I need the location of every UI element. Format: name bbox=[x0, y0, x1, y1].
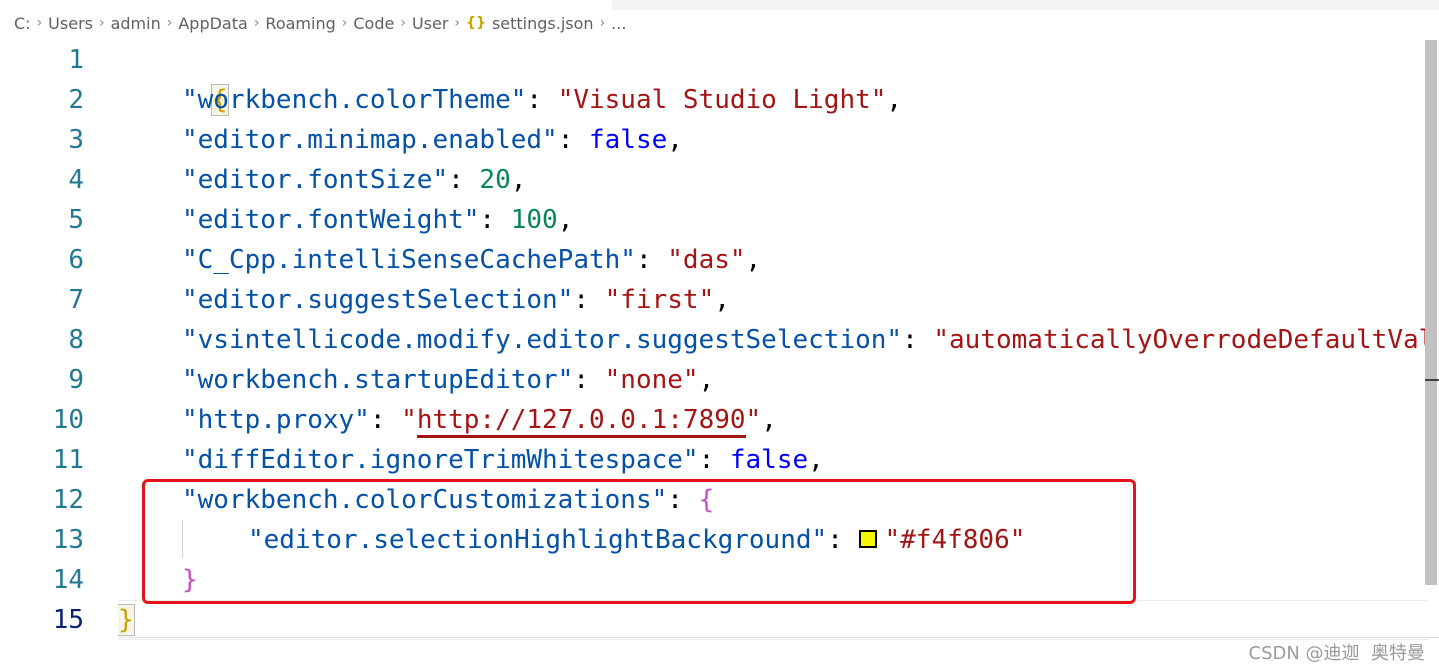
comma: , bbox=[886, 85, 903, 115]
comma: , bbox=[510, 165, 527, 195]
chevron-right-icon: › bbox=[253, 15, 260, 31]
close-brace: } bbox=[118, 604, 135, 636]
comma: , bbox=[557, 205, 574, 235]
setting-key: "editor.suggestSelection" bbox=[182, 285, 574, 315]
chevron-right-icon: › bbox=[166, 15, 173, 31]
colon: : bbox=[369, 405, 402, 435]
breadcrumb-item-admin[interactable]: admin bbox=[111, 14, 161, 33]
breadcrumb-item-users[interactable]: Users bbox=[48, 14, 93, 33]
setting-key: "workbench.startupEditor" bbox=[182, 365, 574, 395]
setting-key: "workbench.colorTheme" bbox=[182, 85, 527, 115]
line-number: 8 bbox=[68, 325, 84, 355]
comma: , bbox=[745, 245, 762, 275]
comma: , bbox=[761, 405, 777, 435]
breadcrumb-item-file[interactable]: settings.json bbox=[492, 14, 594, 33]
setting-key: "editor.fontSize" bbox=[182, 165, 449, 195]
line-number: 7 bbox=[68, 285, 84, 315]
watermark: CSDN @迪迦 ￼ 奥特曼 bbox=[1248, 643, 1425, 664]
line-number: 6 bbox=[68, 245, 84, 275]
chevron-right-icon: › bbox=[400, 15, 406, 31]
annotation-highlight-box bbox=[142, 479, 1136, 604]
code-line-5: "editor.fontWeight": 100, bbox=[182, 200, 573, 240]
code-line-4: "editor.fontSize": 20, bbox=[182, 160, 526, 200]
chevron-right-icon: › bbox=[454, 15, 461, 31]
line-number: 11 bbox=[52, 445, 84, 475]
colon: : bbox=[573, 365, 605, 395]
setting-key: "http.proxy" bbox=[182, 405, 370, 435]
setting-key: "C_Cpp.intelliSenseCachePath" bbox=[182, 245, 636, 275]
breadcrumb-ellipsis[interactable]: ... bbox=[611, 14, 626, 33]
line-number: 1 bbox=[68, 45, 84, 75]
line-number: 10 bbox=[52, 405, 84, 435]
code-line-6: "C_Cpp.intelliSenseCachePath": "das", bbox=[182, 240, 761, 280]
chevron-right-icon: › bbox=[341, 15, 348, 31]
current-line-highlight bbox=[118, 600, 1428, 640]
code-line-7: "editor.suggestSelection": "first", bbox=[182, 280, 730, 320]
code-line-15: } bbox=[118, 600, 135, 640]
setting-value: "Visual Studio Light" bbox=[557, 85, 887, 115]
colon: : bbox=[557, 125, 589, 155]
code-line-11: "diffEditor.ignoreTrimWhitespace": false… bbox=[182, 440, 824, 480]
code-line-3: "editor.minimap.enabled": false, bbox=[182, 120, 683, 160]
setting-value: 100 bbox=[510, 205, 558, 235]
line-number: 3 bbox=[68, 125, 84, 155]
setting-value: "automaticallyOverrodeDefaultValue" bbox=[933, 325, 1428, 355]
line-number: 14 bbox=[52, 565, 84, 595]
comma: , bbox=[714, 285, 730, 315]
colon: : bbox=[902, 325, 934, 355]
comma: , bbox=[698, 365, 715, 395]
chevron-right-icon: › bbox=[36, 15, 43, 31]
chevron-right-icon: › bbox=[98, 15, 105, 31]
colon: : bbox=[526, 85, 558, 115]
breadcrumb-item-code[interactable]: Code bbox=[353, 14, 394, 33]
scrollbar-thumb[interactable] bbox=[1425, 40, 1437, 585]
setting-value: "none" bbox=[604, 365, 699, 395]
proxy-link[interactable]: http://127.0.0.1:7890 bbox=[416, 405, 746, 438]
setting-value: "first" bbox=[604, 285, 715, 315]
json-file-icon: {} bbox=[466, 15, 486, 31]
line-number-active: 15 bbox=[52, 605, 84, 635]
code-line-2: "workbench.colorTheme": "Visual Studio L… bbox=[182, 80, 902, 120]
tab-strip-background bbox=[612, 0, 1439, 10]
colon: : bbox=[448, 165, 480, 195]
breadcrumb-item-appdata[interactable]: AppData bbox=[178, 14, 247, 33]
setting-value: false bbox=[729, 445, 809, 475]
setting-value: false bbox=[589, 125, 668, 155]
comma: , bbox=[808, 445, 824, 475]
colon: : bbox=[635, 245, 668, 275]
line-number: 2 bbox=[68, 85, 84, 115]
scrollbar-cursor-marker bbox=[1425, 379, 1439, 381]
setting-key: "editor.fontWeight" bbox=[182, 205, 480, 235]
setting-key: "diffEditor.ignoreTrimWhitespace" bbox=[182, 445, 699, 475]
setting-key: "vsintellicode.modify.editor.suggestSele… bbox=[182, 325, 903, 355]
setting-value: "das" bbox=[667, 245, 746, 275]
comma: , bbox=[667, 125, 683, 155]
code-line-8: "vsintellicode.modify.editor.suggestSele… bbox=[182, 320, 1428, 360]
setting-value: 20 bbox=[479, 165, 511, 195]
colon: : bbox=[573, 285, 605, 315]
line-number-gutter: 1 2 3 4 5 6 7 8 9 10 11 12 13 14 15 bbox=[0, 40, 118, 640]
breadcrumb-item-user[interactable]: User bbox=[412, 14, 448, 33]
line-number: 9 bbox=[68, 365, 84, 395]
code-line-1: { bbox=[118, 40, 229, 116]
editor-bottom-border bbox=[118, 637, 1439, 638]
chevron-right-icon: › bbox=[599, 15, 606, 31]
line-number: 4 bbox=[68, 165, 84, 195]
code-line-9: "workbench.startupEditor": "none", bbox=[182, 360, 714, 400]
quote: " bbox=[745, 405, 762, 435]
line-number: 13 bbox=[52, 525, 84, 555]
line-number: 5 bbox=[68, 205, 84, 235]
breadcrumb-item-roaming[interactable]: Roaming bbox=[265, 14, 335, 33]
quote: " bbox=[401, 405, 417, 435]
colon: : bbox=[698, 445, 730, 475]
setting-key: "editor.minimap.enabled" bbox=[182, 125, 558, 155]
line-number: 12 bbox=[52, 485, 84, 515]
breadcrumb-item-drive[interactable]: C: bbox=[14, 14, 31, 33]
colon: : bbox=[479, 205, 511, 235]
code-line-10: "http.proxy": "http://127.0.0.1:7890", bbox=[182, 400, 777, 440]
